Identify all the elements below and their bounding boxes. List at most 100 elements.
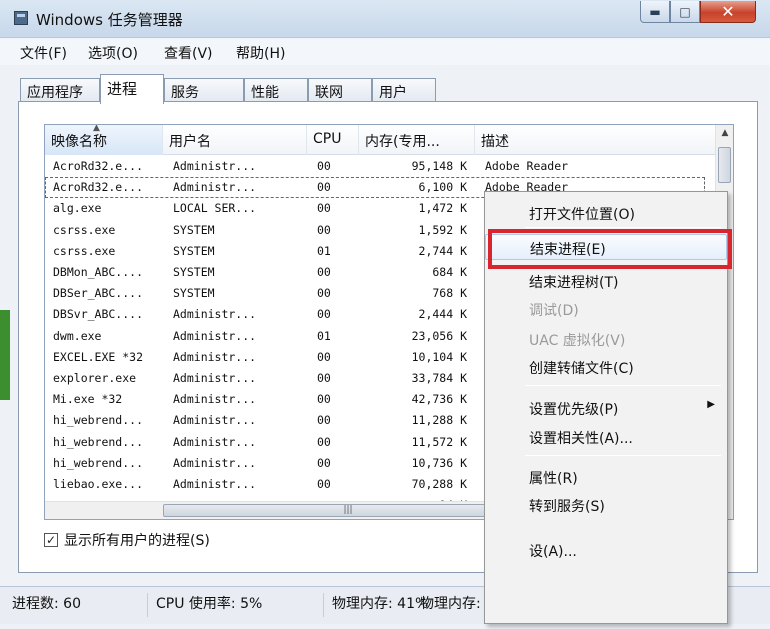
context-menu-item[interactable]: 设(A)... <box>485 537 727 563</box>
menu-options[interactable]: 选项(O) <box>88 43 138 63</box>
cell-user: SYSTEM <box>173 243 215 258</box>
context-menu-item-label: 创建转储文件(C) <box>529 361 634 377</box>
cell-user: Administr... <box>173 413 257 428</box>
sort-arrow-icon: ▲ <box>93 124 100 133</box>
context-menu-item[interactable]: 设置优先级(P) ▶ <box>485 395 727 421</box>
cell-cpu: 00 <box>317 222 331 237</box>
cell-desc: Adobe Reader <box>485 159 569 173</box>
tab-strip: 应用程序 进程 服务 性能 联网 用户 <box>0 74 770 104</box>
cell-user: LOCAL SER... <box>173 201 257 216</box>
cell-user: Administr... <box>173 477 257 491</box>
cell-name: hi_webrend... <box>53 413 144 428</box>
column-header-row: ▲ 映像名称 用户名 CPU 内存(专用... 描述 <box>45 125 733 155</box>
cell-mem: 1,472 K <box>418 201 467 216</box>
cell-mem: 10,736 K <box>411 455 467 470</box>
maximize-button[interactable]: □ <box>670 1 700 23</box>
cell-name: liebao.exe... <box>53 477 144 491</box>
cell-name: explorer.exe <box>53 371 137 385</box>
status-process-count: 进程数: 60 <box>4 593 148 617</box>
cell-name: hi_webrend... <box>53 455 144 470</box>
cell-mem: 2,744 K <box>418 243 467 258</box>
cell-mem: 11,572 K <box>411 434 467 449</box>
close-button[interactable]: ✕ <box>700 1 756 23</box>
cell-cpu: 00 <box>317 413 331 428</box>
context-menu-item-label: 打开文件位置(O) <box>529 207 635 223</box>
cell-name: DBMon_ABC.... <box>53 265 144 279</box>
context-menu-item: UAC 虚拟化(V) <box>485 326 727 352</box>
context-menu-item[interactable]: 设置相关性(A)... <box>485 424 727 450</box>
cell-name: Mi.exe *32 <box>53 392 123 407</box>
cell-mem: 11,288 K <box>411 413 467 428</box>
tab-users[interactable]: 用户 <box>372 78 436 102</box>
cell-cpu: 01 <box>317 243 331 258</box>
highlight-box-end-process <box>488 229 732 269</box>
cell-cpu: 01 <box>317 328 331 343</box>
cell-cpu: 00 <box>317 455 331 470</box>
task-manager-icon <box>14 11 28 25</box>
cell-name: AcroRd32.e... <box>53 159 144 173</box>
column-cpu[interactable]: CPU <box>307 125 359 155</box>
cell-mem: 42,736 K <box>411 392 467 407</box>
cell-name: EXCEL.EXE *32 <box>53 349 144 364</box>
scroll-up-icon[interactable]: ▲ <box>716 125 733 143</box>
vertical-scroll-thumb[interactable] <box>718 147 731 183</box>
cell-cpu: 00 <box>317 392 331 407</box>
minimize-button[interactable]: ▬ <box>640 1 670 23</box>
context-menu-item[interactable]: 属性(R) <box>485 464 727 490</box>
cell-cpu: 00 <box>317 434 331 449</box>
cell-cpu: 00 <box>317 371 331 385</box>
show-all-users-label: 显示所有用户的进程(S) <box>64 533 210 549</box>
context-menu-item-label: UAC 虚拟化(V) <box>529 333 626 349</box>
context-menu-item[interactable]: 创建转储文件(C) <box>485 354 727 380</box>
menu-separator <box>525 385 721 386</box>
column-memory[interactable]: 内存(专用... <box>359 125 475 155</box>
cell-user: Administr... <box>173 434 257 449</box>
tab-applications[interactable]: 应用程序 <box>20 78 100 102</box>
cell-cpu: 00 <box>317 201 331 216</box>
cell-cpu: 00 <box>317 265 331 279</box>
cell-cpu: 00 <box>317 349 331 364</box>
cell-mem: 23,056 K <box>411 328 467 343</box>
tab-services[interactable]: 服务 <box>164 78 244 102</box>
window-controls: ▬ □ ✕ <box>640 1 756 23</box>
status-cpu-usage: CPU 使用率: 5% <box>148 593 324 617</box>
tab-processes[interactable]: 进程 <box>100 74 164 104</box>
cell-mem: 684 K <box>432 265 467 279</box>
cell-mem: 10,104 K <box>411 349 467 364</box>
show-all-users-checkbox[interactable]: ✓ <box>44 533 58 547</box>
cell-mem: 70,288 K <box>411 477 467 491</box>
context-menu-item-label: 设(A)... <box>529 544 577 560</box>
cell-name: hi_webrend... <box>53 434 144 449</box>
menu-separator <box>525 227 721 228</box>
title-bar[interactable]: Windows 任务管理器 ▬ □ ✕ <box>0 0 770 38</box>
context-menu-item[interactable]: 转到服务(S) <box>485 492 727 518</box>
column-username[interactable]: 用户名 <box>163 125 307 155</box>
column-image-name[interactable]: ▲ 映像名称 <box>45 125 163 155</box>
menu-file[interactable]: 文件(F) <box>20 43 67 63</box>
tab-performance[interactable]: 性能 <box>244 78 308 102</box>
horizontal-scroll-thumb[interactable]: ||| <box>163 504 533 517</box>
context-menu-item-label: 属性(R) <box>529 471 578 487</box>
menu-view[interactable]: 查看(V) <box>164 43 213 63</box>
cell-user: Administr... <box>173 349 257 364</box>
background-green-strip-left <box>0 310 10 400</box>
menu-bar: 文件(F) 选项(O) 查看(V) 帮助(H) <box>0 39 770 65</box>
column-description[interactable]: 描述 <box>475 125 715 155</box>
cell-user: Administr... <box>173 455 257 470</box>
show-all-users-row[interactable]: ✓ 显示所有用户的进程(S) <box>44 530 210 550</box>
cell-mem: 6,100 K <box>418 180 467 195</box>
cell-mem: 1,592 K <box>418 222 467 237</box>
context-menu-item[interactable]: 结束进程树(T) <box>485 268 727 294</box>
column-image-name-label: 映像名称 <box>51 134 107 150</box>
menu-help[interactable]: 帮助(H) <box>236 43 285 63</box>
context-menu-item-label: 设置相关性(A)... <box>529 431 633 447</box>
table-row[interactable]: AcroRd32.e... Administr... 00 95,148 K Adobe… <box>45 156 705 177</box>
cell-cpu: 00 <box>317 180 331 195</box>
tab-networking[interactable]: 联网 <box>308 78 372 102</box>
cell-user: Administr... <box>173 307 257 322</box>
cell-user: Administr... <box>173 180 257 195</box>
cell-name: csrss.exe <box>53 243 116 258</box>
cell-name: DBSvr_ABC.... <box>53 307 144 322</box>
context-menu-item: 调试(D) <box>485 296 727 322</box>
context-menu-item[interactable]: 打开文件位置(O) <box>485 200 727 226</box>
